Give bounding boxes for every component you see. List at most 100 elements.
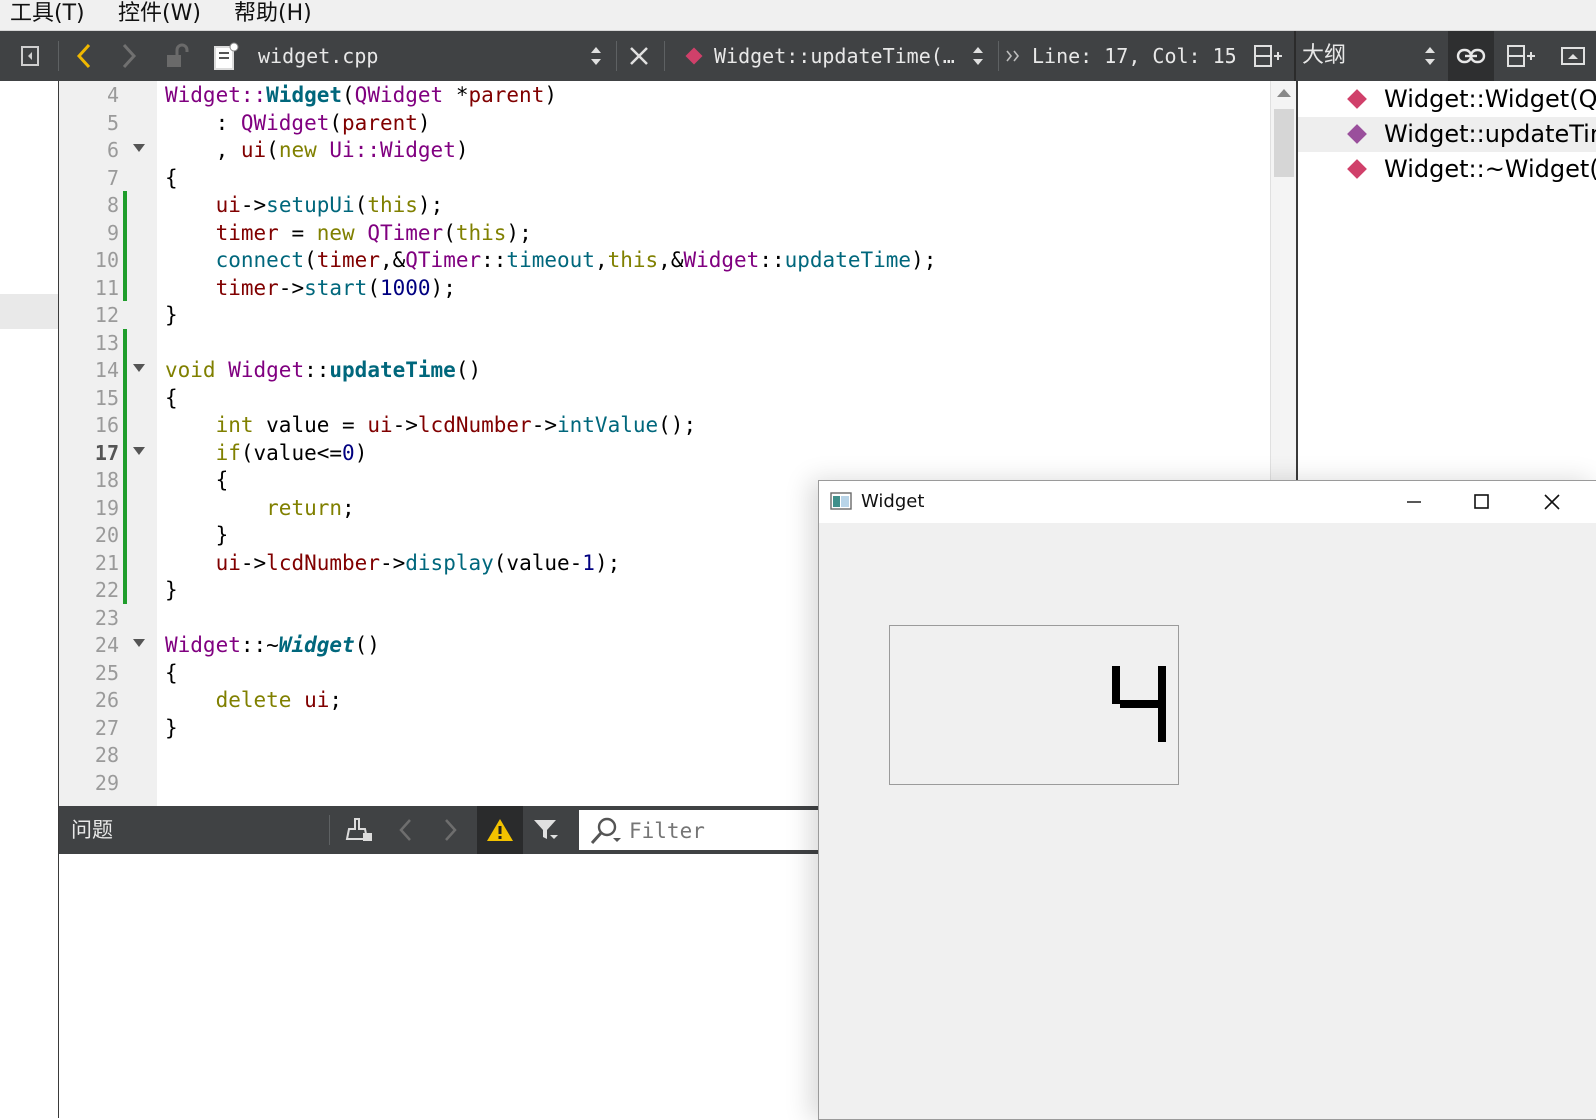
code-line: } [165, 578, 178, 602]
document-icon[interactable] [210, 31, 242, 81]
code-line: timer = new QTimer(this); [215, 221, 532, 245]
line-number: 11 [94, 276, 119, 300]
code-line: connect(timer,&QTimer::timeout,this,&Wid… [215, 248, 937, 272]
menu-help[interactable]: 帮助(H) [234, 0, 312, 30]
previous-issue-icon[interactable] [392, 806, 420, 854]
line-number: 26 [94, 688, 119, 712]
line-number: 28 [94, 743, 119, 767]
code-line: if(value<=0) [215, 441, 368, 465]
close-window-icon[interactable] [1543, 493, 1561, 511]
lcd-segment [1120, 700, 1158, 708]
issues-toolbar: 问题 [59, 806, 819, 854]
menu-widgets[interactable]: 控件(W) [118, 0, 201, 30]
line-number: 12 [94, 303, 119, 327]
sync-link-icon[interactable] [1448, 31, 1494, 81]
change-marker [123, 329, 127, 604]
maximize-icon[interactable] [1473, 493, 1491, 511]
close-sidebar-icon[interactable] [1556, 31, 1590, 81]
file-name[interactable]: widget.cpp [258, 31, 378, 81]
lock-icon[interactable] [162, 31, 192, 81]
more-chevron-icon[interactable] [1004, 31, 1024, 81]
close-document-icon[interactable] [624, 31, 654, 81]
symbol-select-updown-icon[interactable] [968, 31, 988, 81]
line-number: 5 [106, 111, 119, 135]
line-number: 4 [106, 83, 119, 107]
widget-window[interactable]: Widget [818, 480, 1596, 1120]
line-number: 10 [94, 248, 119, 272]
forward-arrow-icon[interactable] [115, 31, 143, 81]
code-line: delete ui; [215, 688, 343, 712]
line-number: 20 [94, 523, 119, 547]
fold-marker-icon[interactable] [133, 364, 145, 372]
outline-title: 大纲 [1302, 43, 1347, 68]
function-diamond-icon [1347, 89, 1367, 109]
line-number: 21 [94, 551, 119, 575]
code-line: ui->setupUi(this); [215, 193, 444, 217]
window-title: Widget [861, 491, 925, 512]
outline-select-updown-icon[interactable] [1420, 31, 1440, 81]
code-line: } [165, 523, 229, 547]
editor-scrollbar[interactable] [1270, 81, 1297, 481]
code-line: void Widget::updateTime() [165, 358, 482, 382]
line-number: 7 [106, 166, 119, 190]
line-number: 27 [94, 716, 119, 740]
line-number: 29 [94, 771, 119, 795]
code-line: { [165, 386, 178, 410]
line-number: 18 [94, 468, 119, 492]
fold-marker-icon[interactable] [133, 639, 145, 647]
outline-split-icon[interactable] [1504, 31, 1538, 81]
line-number: 13 [94, 331, 119, 355]
current-symbol[interactable]: Widget::updateTime(… [714, 31, 955, 81]
line-number: 6 [106, 138, 119, 162]
back-arrow-icon[interactable] [70, 31, 98, 81]
line-number: 24 [94, 633, 119, 657]
code-line: timer->start(1000); [215, 276, 456, 300]
editor-toolbar: widget.cpp Widget::updateTime(… Line: 17… [0, 31, 1596, 81]
code-line: : QWidget(parent) [165, 111, 431, 135]
warning-toggle-icon[interactable] [477, 806, 523, 854]
app-window-icon [830, 492, 852, 510]
line-number: 23 [94, 606, 119, 630]
code-line: } [165, 303, 178, 327]
filter-input[interactable] [627, 814, 817, 848]
current-line-number: 17 [94, 441, 119, 465]
code-line: } [165, 716, 178, 740]
function-diamond-icon [682, 31, 706, 81]
next-issue-icon[interactable] [436, 806, 464, 854]
issues-filter-field[interactable] [579, 810, 819, 850]
lcd-segment [1112, 666, 1120, 704]
menu-bar: 工具(T) 控件(W) 帮助(H) [0, 0, 1596, 31]
line-number: 25 [94, 661, 119, 685]
split-editor-icon[interactable] [1252, 31, 1284, 81]
issues-list[interactable] [59, 854, 819, 1118]
window-titlebar[interactable]: Widget [819, 481, 1596, 523]
filter-funnel-icon[interactable] [529, 806, 563, 854]
outline-item[interactable]: Widget::~Widget() [1298, 152, 1596, 187]
clean-broom-icon[interactable] [341, 806, 377, 854]
fold-marker-icon[interactable] [133, 447, 145, 455]
scroll-up-icon[interactable] [1277, 89, 1291, 97]
cursor-position[interactable]: Line: 17, Col: 15 [1032, 31, 1237, 81]
function-diamond-icon [1347, 124, 1367, 144]
menu-tools[interactable]: 工具(T) [10, 0, 85, 30]
outline-item-selected[interactable]: Widget::updateTime() [1298, 117, 1596, 152]
outline-item-label: Widget::~Widget() [1384, 155, 1596, 183]
toggle-sidebar-icon[interactable] [16, 31, 44, 81]
line-number: 8 [106, 193, 119, 217]
outline-item[interactable]: Widget::Widget(QWidget *parent) [1298, 82, 1596, 117]
code-line: { [165, 166, 178, 190]
minimize-icon[interactable] [1405, 493, 1423, 511]
line-number: 14 [94, 358, 119, 382]
change-marker [123, 191, 127, 301]
fold-marker-icon[interactable] [133, 144, 145, 152]
code-line: { [165, 468, 229, 492]
code-line: ui->lcdNumber->display(value-1); [215, 551, 621, 575]
outline-panel: Widget::Widget(QWidget *parent) Widget::… [1298, 81, 1596, 481]
lcd-segment [1158, 666, 1166, 704]
line-number: 15 [94, 386, 119, 410]
code-line: { [165, 661, 178, 685]
file-select-updown-icon[interactable] [586, 31, 606, 81]
line-number: 22 [94, 578, 119, 602]
scrollbar-thumb[interactable] [1274, 109, 1294, 177]
outline-item-label: Widget::Widget(QWidget *parent) [1384, 85, 1596, 113]
